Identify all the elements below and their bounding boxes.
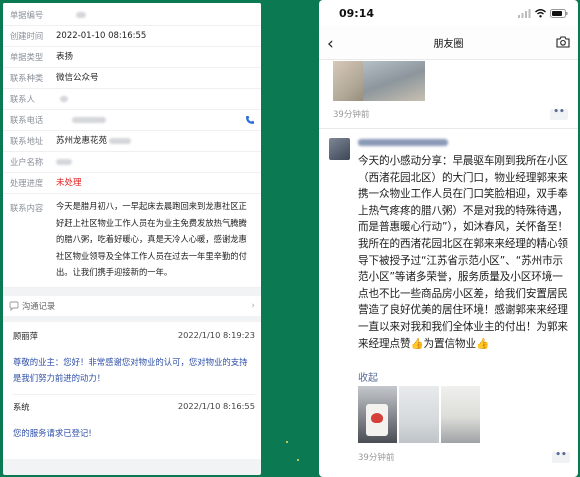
field-label: 处理进度 — [10, 178, 44, 188]
post-photo[interactable] — [358, 386, 398, 443]
background-speck — [297, 459, 299, 461]
post-author[interactable] — [358, 138, 448, 148]
field-contact-person: 联系人 — [3, 89, 261, 110]
field-contact-type: 联系种类 微信公众号 — [3, 68, 261, 89]
comm-author: 顾丽萍 — [13, 330, 38, 341]
field-ticket-number: 单据编号 — [3, 5, 261, 26]
field-value: 表扬 — [56, 52, 74, 62]
communication-list: 顾丽萍 2022/1/10 8:19:23 尊敬的业主：您好！非常感谢您对物业的… — [3, 321, 261, 459]
moments-navbar: ‹ 朋友圈 — [319, 26, 578, 60]
field-label: 联系人 — [10, 94, 35, 104]
page-title: 朋友圈 — [433, 39, 464, 50]
more-actions-button[interactable]: •• — [552, 450, 570, 463]
post-meta: 39分钟前 •• — [358, 450, 570, 463]
ticket-detail-panel: 单据编号 创建时间 2022-01-10 08:16:55 单据类型 表扬 联系… — [3, 3, 261, 475]
field-created-time: 创建时间 2022-01-10 08:16:55 — [3, 26, 261, 47]
field-value: 2022-01-10 08:16:55 — [56, 31, 147, 41]
field-value — [56, 152, 255, 172]
signal-icon — [518, 8, 531, 18]
comm-author: 系统 — [13, 401, 30, 412]
chat-bubble-icon — [9, 301, 19, 311]
collapse-link[interactable]: 收起 — [358, 369, 378, 384]
redacted-value — [56, 158, 72, 165]
more-actions-button[interactable]: •• — [550, 107, 568, 120]
wifi-icon — [535, 8, 546, 17]
post-time: 39分钟前 — [333, 110, 370, 120]
post-photo[interactable] — [333, 61, 425, 101]
comm-time: 2022/1/10 8:19:23 — [177, 329, 255, 340]
field-label: 业户名称 — [10, 157, 44, 167]
field-progress: 处理进度 未处理 — [3, 173, 261, 194]
redacted-value — [76, 11, 86, 18]
field-value — [56, 5, 255, 25]
comm-message: 尊敬的业主：您好！非常感谢您对物业的认可，您对物业的支持是我们努力前进的动力！ — [13, 356, 248, 383]
avatar[interactable] — [329, 138, 350, 160]
field-label: 创建时间 — [10, 31, 44, 41]
communication-item: 系统 2022/1/10 8:16:55 您的服务请求已登记! — [13, 395, 255, 449]
field-label: 联系种类 — [10, 73, 44, 83]
field-value[interactable] — [56, 110, 255, 130]
status-time: 09:14 — [339, 6, 375, 20]
field-contact-content: 联系内容 今天是腊月初八，一早起床去晨跑回来到龙惠社区正好赶上社区物业工作人员在… — [3, 194, 261, 288]
post-divider — [319, 128, 578, 129]
post-photo[interactable] — [440, 386, 480, 443]
battery-icon — [550, 8, 568, 18]
comm-time: 2022/1/10 8:16:55 — [177, 400, 255, 411]
communication-title: 沟通记录 — [22, 300, 56, 311]
background-speck — [286, 441, 288, 443]
field-value — [56, 89, 255, 109]
field-label: 单据类型 — [10, 52, 44, 62]
field-label: 联系电话 — [10, 115, 44, 125]
post-photos — [358, 386, 480, 443]
status-bar: 09:14 — [319, 0, 578, 26]
post-time: 39分钟前 — [358, 453, 395, 463]
redacted-value — [109, 137, 132, 144]
communication-item: 顾丽萍 2022/1/10 8:19:23 尊敬的业主：您好！非常感谢您对物业的… — [13, 324, 255, 395]
field-ticket-type: 单据类型 表扬 — [3, 47, 261, 68]
field-contact-address: 联系地址 苏州龙惠花苑 — [3, 131, 261, 152]
content-text: 今天是腊月初八，一早起床去晨跑回来到龙惠社区正好赶上社区物业工作人员在为业主免费… — [56, 201, 247, 277]
comm-message: 您的服务请求已登记! — [13, 427, 92, 438]
field-value: 微信公众号 — [56, 73, 99, 83]
communication-header[interactable]: 沟通记录 › — [3, 295, 261, 316]
field-label: 联系内容 — [10, 203, 44, 213]
post-photo[interactable] — [399, 386, 439, 443]
phone-icon[interactable] — [245, 115, 255, 125]
address-text: 苏州龙惠花苑 — [56, 136, 108, 146]
field-label: 联系地址 — [10, 136, 44, 146]
post-meta: 39分钟前 •• — [333, 107, 568, 120]
redacted-value — [72, 116, 106, 123]
status-value: 未处理 — [56, 178, 82, 188]
camera-icon[interactable] — [556, 36, 570, 48]
ticket-fields: 单据编号 创建时间 2022-01-10 08:16:55 单据类型 表扬 联系… — [3, 3, 261, 288]
field-value: 苏州龙惠花苑 — [56, 131, 255, 151]
cup-image — [366, 404, 388, 436]
post-text: 今天的小感动分享：早晨驱车刚到我所在小区（西渚花园北区）的大门口，物业经理郭来来… — [358, 155, 568, 350]
field-contact-phone: 联系电话 — [3, 110, 261, 131]
field-label: 单据编号 — [10, 10, 44, 20]
redacted-value — [60, 95, 68, 102]
back-icon[interactable]: ‹ — [327, 34, 334, 54]
redacted-name — [358, 139, 448, 146]
status-icons — [518, 8, 568, 18]
field-owner-name: 业户名称 — [3, 152, 261, 173]
moments-phone-screen: 09:14 ‹ 朋友圈 39分钟前 •• 今天的小感动分享：早晨驱车刚到我所在小… — [319, 0, 578, 477]
chevron-right-icon: › — [251, 300, 255, 311]
